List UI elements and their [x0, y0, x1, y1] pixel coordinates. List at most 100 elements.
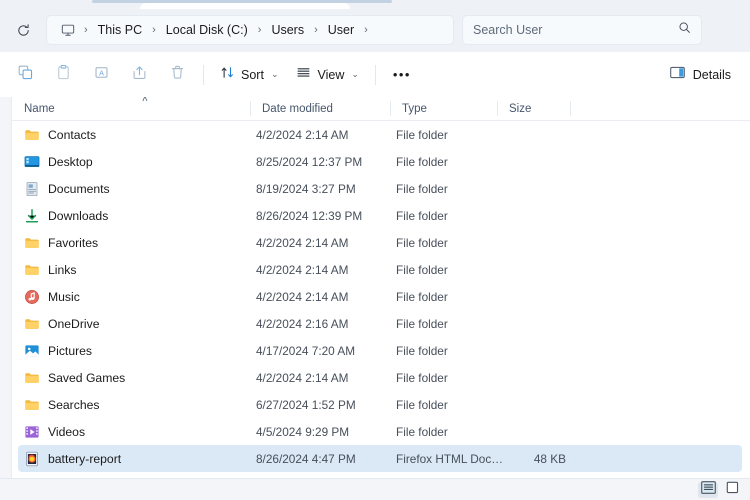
column-header-size[interactable]: Size: [497, 97, 570, 120]
sort-ascending-icon: ˄: [142, 97, 148, 105]
column-header-name-label: Name: [24, 102, 55, 115]
file-name: Searches: [48, 397, 100, 412]
table-row[interactable]: Downloads 8/26/2024 12:39 PM File folder: [18, 202, 742, 229]
column-header-row: Name ˄ Date modified Type Size: [12, 97, 750, 121]
cell-type: File folder: [396, 154, 448, 169]
command-bar: A Sort ⌄ View ⌄ ••• Details: [0, 52, 750, 97]
view-icon: [296, 65, 311, 85]
copy-button[interactable]: [6, 60, 44, 90]
table-row[interactable]: Pictures 4/17/2024 7:20 AM File folder: [18, 337, 742, 364]
details-view-button[interactable]: [698, 480, 718, 498]
search-icon[interactable]: [678, 21, 691, 39]
details-pane-button[interactable]: Details: [660, 60, 740, 90]
explorer-body: Name ˄ Date modified Type Size Contacts 4…: [0, 97, 750, 478]
cell-name: Pictures: [18, 343, 256, 359]
table-row[interactable]: Music 4/2/2024 2:14 AM File folder: [18, 283, 742, 310]
table-row[interactable]: Saved Games 4/2/2024 2:14 AM File folder: [18, 364, 742, 391]
search-box[interactable]: Search User: [462, 15, 702, 45]
table-row[interactable]: Videos 4/5/2024 9:29 PM File folder: [18, 418, 742, 445]
cell-name: Favorites: [18, 235, 256, 251]
address-bar: › This PC › Local Disk (C:) › Users › Us…: [0, 8, 750, 52]
table-row[interactable]: Desktop 8/25/2024 12:37 PM File folder: [18, 148, 742, 175]
toolbar-divider: [203, 64, 204, 85]
file-name: Downloads: [48, 208, 109, 223]
column-header-type[interactable]: Type: [390, 97, 497, 120]
file-name: Desktop: [48, 154, 93, 169]
file-name: OneDrive: [48, 316, 100, 331]
cell-date-modified: 4/2/2024 2:14 AM: [256, 289, 349, 304]
cell-size: 48 KB: [533, 451, 566, 466]
rename-button[interactable]: A: [82, 60, 120, 90]
table-row[interactable]: Searches 6/27/2024 1:52 PM File folder: [18, 391, 742, 418]
search-input[interactable]: Search User: [473, 23, 542, 37]
file-name: battery-report: [48, 451, 122, 466]
breadcrumb-item-local-disk-c[interactable]: Local Disk (C:): [161, 20, 253, 40]
table-row[interactable]: Links 4/2/2024 2:14 AM File folder: [18, 256, 742, 283]
cell-name: Music: [18, 289, 256, 305]
cell-name: Desktop: [18, 154, 256, 170]
ellipsis-icon: •••: [392, 67, 411, 82]
cell-date-modified: 8/26/2024 12:39 PM: [256, 208, 363, 223]
breadcrumb-separator: ›: [152, 23, 156, 36]
cell-name: Contacts: [18, 127, 256, 143]
paste-icon: [55, 64, 72, 86]
cell-date-modified: 4/2/2024 2:14 AM: [256, 127, 349, 142]
cell-type: File folder: [396, 343, 448, 358]
breadcrumb-separator: ›: [257, 23, 262, 36]
paste-button[interactable]: [44, 60, 82, 90]
share-button[interactable]: [120, 60, 158, 90]
file-list: Contacts 4/2/2024 2:14 AM File folder Deskt…: [12, 121, 750, 478]
breadcrumb[interactable]: › This PC › Local Disk (C:) › Users › Us…: [46, 15, 454, 45]
this-pc-monitor-icon[interactable]: [57, 19, 79, 41]
more-options-button[interactable]: •••: [383, 60, 421, 90]
refresh-button[interactable]: [8, 15, 38, 45]
folder-icon: [24, 235, 40, 251]
chevron-down-icon: ⌄: [351, 69, 359, 79]
table-row[interactable]: battery-report 8/26/2024 4:47 PM Firefox H…: [18, 445, 742, 472]
cell-date-modified: 4/2/2024 2:14 AM: [256, 262, 349, 277]
view-label: View: [317, 67, 345, 82]
table-row[interactable]: Favorites 4/2/2024 2:14 AM File folder: [18, 229, 742, 256]
breadcrumb-item-this-pc[interactable]: This PC: [93, 20, 147, 40]
table-row[interactable]: Documents 8/19/2024 3:27 PM File folder: [18, 175, 742, 202]
large-icons-view-button[interactable]: [722, 481, 742, 498]
sort-button[interactable]: Sort ⌄: [211, 60, 287, 90]
view-button[interactable]: View ⌄: [287, 60, 367, 90]
cell-name: Videos: [18, 424, 256, 440]
delete-button[interactable]: [158, 60, 196, 90]
cell-name: Links: [18, 262, 256, 278]
cell-date-modified: 4/2/2024 2:14 AM: [256, 370, 349, 385]
breadcrumb-item-users[interactable]: Users: [266, 20, 309, 40]
breadcrumb-item-user[interactable]: User: [323, 20, 359, 40]
navigation-pane-rail[interactable]: [0, 97, 12, 478]
file-name: Music: [48, 289, 80, 304]
cell-type: File folder: [396, 316, 448, 331]
cell-name: Downloads: [18, 208, 256, 224]
cell-type: File folder: [396, 235, 448, 250]
cell-type: File folder: [396, 370, 448, 385]
column-header-size-label: Size: [509, 102, 532, 115]
rename-icon: A: [93, 64, 110, 86]
sort-label: Sort: [241, 67, 264, 82]
toolbar-divider: [374, 64, 376, 85]
column-header-name[interactable]: Name ˄: [12, 97, 250, 120]
cell-type: File folder: [396, 397, 448, 412]
folder-icon: [24, 262, 40, 278]
file-name: Saved Games: [48, 370, 126, 385]
tab-user[interactable]: [140, 3, 350, 9]
column-header-date-modified[interactable]: Date modified: [250, 97, 390, 120]
table-row[interactable]: Contacts 4/2/2024 2:14 AM File folder: [18, 121, 742, 148]
cell-date-modified: 6/27/2024 1:52 PM: [256, 397, 356, 412]
breadcrumb-separator: ›: [84, 23, 88, 36]
videos-icon: [24, 424, 40, 440]
details-label: Details: [692, 67, 731, 82]
cell-type: File folder: [396, 289, 448, 304]
refresh-icon: [16, 23, 31, 38]
folder-icon: [24, 316, 40, 332]
table-row[interactable]: OneDrive 4/2/2024 2:16 AM File folder: [18, 310, 742, 337]
pictures-icon: [24, 343, 40, 359]
file-name: Pictures: [48, 343, 93, 358]
file-name: Links: [48, 262, 77, 277]
sort-icon: [220, 65, 235, 85]
file-name: Videos: [48, 424, 86, 439]
